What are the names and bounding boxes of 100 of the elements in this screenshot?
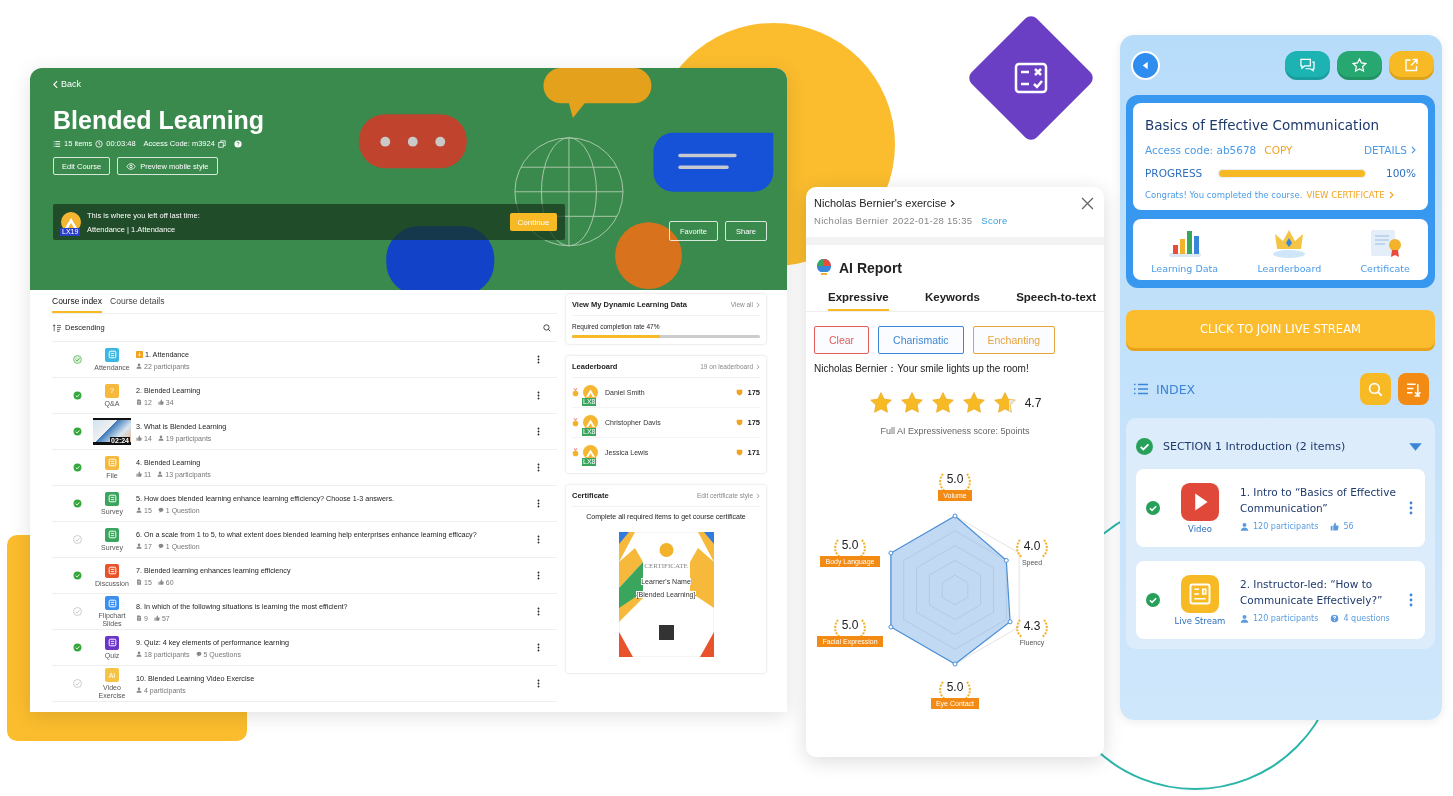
completion-message: Congrats! You completed the course. xyxy=(1145,190,1303,200)
progress-percent: 100% xyxy=(1385,167,1416,179)
person-icon xyxy=(136,687,142,693)
list-icon xyxy=(1133,383,1149,395)
chevron-right-icon xyxy=(1388,191,1394,199)
help-icon[interactable] xyxy=(233,139,242,148)
eye-icon xyxy=(126,162,137,170)
tag: Enchanting xyxy=(972,326,1056,354)
more-options-icon[interactable] xyxy=(537,571,540,580)
person-icon xyxy=(157,471,164,477)
sort-icon xyxy=(1406,381,1421,397)
lesson-stat: 120 participants xyxy=(1253,521,1319,531)
person-icon xyxy=(136,651,142,657)
list-icon xyxy=(53,139,61,148)
thumbs-up-icon xyxy=(157,579,164,585)
metric-score: 5.0 xyxy=(946,679,964,694)
medal-icon xyxy=(572,418,579,427)
person-icon xyxy=(1240,521,1249,531)
person-icon xyxy=(157,435,164,441)
lesson-title: 1. Intro to “Basics of Effective Communication” xyxy=(1240,485,1397,516)
feedback-comment: Nicholas Bernier：Your smile lights up the room! xyxy=(814,362,1030,376)
speech-bubble-icon xyxy=(195,651,202,657)
thumbs-up-icon xyxy=(157,399,164,405)
lightbulb-icon xyxy=(817,259,831,277)
person-icon xyxy=(136,543,142,549)
progress-label: PROGRESS xyxy=(1145,167,1203,179)
person-icon xyxy=(136,363,142,369)
exercise-title[interactable]: Nicholas Bernier's exercise xyxy=(814,197,956,209)
copy-icon[interactable] xyxy=(217,139,226,148)
back-link[interactable]: Back xyxy=(53,79,81,89)
lesson-stat: 120 participants xyxy=(1253,613,1319,623)
chevron-right-icon xyxy=(950,198,956,208)
person-icon xyxy=(1240,613,1249,623)
chat-icon xyxy=(1300,58,1315,72)
favorite-button[interactable] xyxy=(1337,50,1382,80)
avatar-icon xyxy=(583,445,598,460)
clock-icon xyxy=(95,139,104,148)
medal-icon xyxy=(572,388,579,397)
section-header[interactable]: SECTION 1 Introduction (2 items) xyxy=(1136,438,1425,455)
medal-icon xyxy=(572,448,579,457)
star-icon xyxy=(899,391,924,414)
chevron-right-icon xyxy=(756,363,760,370)
more-options-icon[interactable] xyxy=(537,391,540,400)
chevron-right-icon xyxy=(756,301,760,308)
more-options-icon[interactable] xyxy=(537,535,540,544)
tab[interactable]: Course index xyxy=(52,296,103,313)
search-icon[interactable] xyxy=(543,323,551,332)
sort-icon[interactable] xyxy=(52,323,62,332)
more-options-icon[interactable] xyxy=(537,499,540,508)
speech-bubble-icon xyxy=(157,543,164,549)
access-code: Access code: ab5678 xyxy=(1145,144,1257,156)
star-icon xyxy=(961,391,986,414)
report-title: AI Report xyxy=(839,260,902,276)
lesson-card[interactable]: Live Stream 2. Instructor-led: “How to Communicate Effectively?” 120 participants 4 questions xyxy=(1136,561,1425,639)
document-icon xyxy=(136,399,142,405)
course-title: Blended Learning xyxy=(53,105,266,135)
tag: Clear xyxy=(814,326,870,354)
chevron-right-icon xyxy=(756,492,760,499)
tag: Charismatic xyxy=(878,326,964,354)
more-options-icon[interactable] xyxy=(537,643,540,652)
more-options-icon[interactable] xyxy=(537,607,540,616)
lesson-stat: 4 questions xyxy=(1343,613,1390,623)
more-options-icon[interactable] xyxy=(537,463,540,472)
course-title: Basics of Effective Communication xyxy=(1145,117,1380,133)
tab[interactable]: Expressive xyxy=(828,291,889,311)
star-icon xyxy=(992,391,1017,414)
thumbs-up-icon xyxy=(136,471,142,477)
close-icon[interactable] xyxy=(1081,197,1094,210)
metric-score: 5.0 xyxy=(841,617,859,632)
rating-value: 4.7 xyxy=(1024,395,1042,410)
tab[interactable]: Speech-to-text xyxy=(1016,291,1096,311)
metric-score: 4.0 xyxy=(1023,538,1041,553)
share-icon xyxy=(1404,58,1419,72)
more-options-icon[interactable] xyxy=(537,355,540,364)
tab[interactable]: Course details xyxy=(110,296,165,313)
tab[interactable]: Keywords xyxy=(924,291,980,311)
chat-button[interactable] xyxy=(1285,50,1330,80)
star-icon xyxy=(1352,58,1367,72)
play-icon xyxy=(1181,482,1219,521)
thumbs-up-icon xyxy=(136,435,142,441)
metric-score: 5.0 xyxy=(946,471,964,486)
search-icon xyxy=(1368,381,1383,397)
chevron-right-icon xyxy=(1411,146,1416,154)
lesson-card[interactable]: Video 1. Intro to “Basics of Effective Communication” 120 participants 56 xyxy=(1136,469,1425,547)
star-icon xyxy=(868,391,893,414)
star-icon xyxy=(930,391,955,414)
back-button[interactable] xyxy=(1131,50,1160,80)
more-options-icon[interactable] xyxy=(537,679,540,688)
thumbs-up-icon xyxy=(153,615,160,621)
document-icon xyxy=(136,579,142,585)
avatar-icon xyxy=(583,415,598,430)
document-icon xyxy=(136,615,142,621)
shield-icon xyxy=(736,419,744,426)
index-heading: INDEX xyxy=(1156,381,1197,397)
lesson-title: 2. Instructor-led: “How to Communicate Effectively?” xyxy=(1240,577,1384,608)
back-icon xyxy=(1140,59,1151,71)
more-options-icon[interactable] xyxy=(537,427,540,436)
thumbs-up-icon xyxy=(1330,521,1340,531)
submission-date: 2022-01-28 15:35 xyxy=(892,215,973,226)
shield-icon xyxy=(736,449,744,456)
